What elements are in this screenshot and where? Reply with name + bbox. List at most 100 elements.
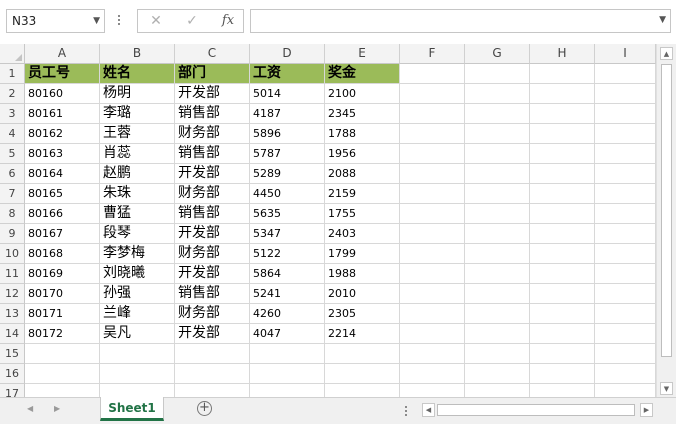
column-header-c[interactable]: C (175, 44, 250, 64)
cell-e9[interactable]: 2403 (325, 224, 400, 244)
cell-c14[interactable]: 开发部 (175, 324, 250, 344)
cell-f2[interactable] (400, 84, 465, 104)
cell-f12[interactable] (400, 284, 465, 304)
cell-d10[interactable]: 5122 (250, 244, 325, 264)
cell-f6[interactable] (400, 164, 465, 184)
cell-c4[interactable]: 财务部 (175, 124, 250, 144)
cell-h5[interactable] (530, 144, 595, 164)
cell-i5[interactable] (595, 144, 656, 164)
cell-c2[interactable]: 开发部 (175, 84, 250, 104)
cell-d15[interactable] (250, 344, 325, 364)
cell-a13[interactable]: 80171 (25, 304, 100, 324)
cell-h6[interactable] (530, 164, 595, 184)
scroll-down-icon[interactable]: ▼ (660, 382, 673, 395)
cell-i4[interactable] (595, 124, 656, 144)
horizontal-scroll-thumb[interactable] (437, 404, 635, 416)
cell-b14[interactable]: 吴凡 (100, 324, 175, 344)
expand-formula-bar-icon[interactable]: ▼ (659, 15, 666, 25)
cell-b8[interactable]: 曹猛 (100, 204, 175, 224)
cell-e7[interactable]: 2159 (325, 184, 400, 204)
row-header-15[interactable]: 15 (0, 344, 25, 364)
cell-g11[interactable] (465, 264, 530, 284)
cell-g10[interactable] (465, 244, 530, 264)
cell-b10[interactable]: 李梦梅 (100, 244, 175, 264)
cell-a5[interactable]: 80163 (25, 144, 100, 164)
row-header-12[interactable]: 12 (0, 284, 25, 304)
cell-h10[interactable] (530, 244, 595, 264)
cell-d8[interactable]: 5635 (250, 204, 325, 224)
cell-i9[interactable] (595, 224, 656, 244)
cell-g12[interactable] (465, 284, 530, 304)
column-header-e[interactable]: E (325, 44, 400, 64)
cell-d6[interactable]: 5289 (250, 164, 325, 184)
cell-b15[interactable] (100, 344, 175, 364)
cell-a14[interactable]: 80172 (25, 324, 100, 344)
cell-g14[interactable] (465, 324, 530, 344)
cell-c13[interactable]: 财务部 (175, 304, 250, 324)
row-header-3[interactable]: 3 (0, 104, 25, 124)
cell-b5[interactable]: 肖蕊 (100, 144, 175, 164)
cell-d3[interactable]: 4187 (250, 104, 325, 124)
cell-d11[interactable]: 5864 (250, 264, 325, 284)
insert-function-icon[interactable]: fx (218, 13, 238, 29)
cell-g3[interactable] (465, 104, 530, 124)
cell-h4[interactable] (530, 124, 595, 144)
vertical-scrollbar[interactable]: ▲ ▼ (656, 44, 676, 397)
scroll-up-icon[interactable]: ▲ (660, 47, 673, 60)
cell-a3[interactable]: 80161 (25, 104, 100, 124)
cell-e3[interactable]: 2345 (325, 104, 400, 124)
next-sheet-icon[interactable]: ▶ (54, 404, 60, 413)
cell-b12[interactable]: 孙强 (100, 284, 175, 304)
cell-e11[interactable]: 1988 (325, 264, 400, 284)
cell-i7[interactable] (595, 184, 656, 204)
horizontal-scrollbar[interactable]: ◀ ▶ (421, 402, 656, 418)
cell-d5[interactable]: 5787 (250, 144, 325, 164)
cell-f7[interactable] (400, 184, 465, 204)
cell-h13[interactable] (530, 304, 595, 324)
cell-f8[interactable] (400, 204, 465, 224)
cell-a11[interactable]: 80169 (25, 264, 100, 284)
cell-a6[interactable]: 80164 (25, 164, 100, 184)
cancel-icon[interactable]: ✕ (146, 13, 166, 29)
cell-b7[interactable]: 朱珠 (100, 184, 175, 204)
cell-c5[interactable]: 销售部 (175, 144, 250, 164)
cell-d12[interactable]: 5241 (250, 284, 325, 304)
cell-e12[interactable]: 2010 (325, 284, 400, 304)
cell-b4[interactable]: 王蓉 (100, 124, 175, 144)
cell-c1[interactable]: 部门 (175, 64, 250, 84)
cell-i6[interactable] (595, 164, 656, 184)
cell-f1[interactable] (400, 64, 465, 84)
cell-f9[interactable] (400, 224, 465, 244)
row-header-1[interactable]: 1 (0, 64, 25, 84)
cell-d13[interactable]: 4260 (250, 304, 325, 324)
cell-e14[interactable]: 2214 (325, 324, 400, 344)
cell-i16[interactable] (595, 364, 656, 384)
cell-g5[interactable] (465, 144, 530, 164)
cell-g7[interactable] (465, 184, 530, 204)
cell-b11[interactable]: 刘晓曦 (100, 264, 175, 284)
cell-f11[interactable] (400, 264, 465, 284)
sheet-tab-sheet1[interactable]: Sheet1 (100, 397, 164, 421)
row-header-6[interactable]: 6 (0, 164, 25, 184)
cell-f13[interactable] (400, 304, 465, 324)
enter-icon[interactable]: ✓ (182, 13, 202, 29)
cell-e6[interactable]: 2088 (325, 164, 400, 184)
column-header-a[interactable]: A (25, 44, 100, 64)
cell-f4[interactable] (400, 124, 465, 144)
row-header-13[interactable]: 13 (0, 304, 25, 324)
cell-c10[interactable]: 财务部 (175, 244, 250, 264)
row-header-14[interactable]: 14 (0, 324, 25, 344)
cell-g2[interactable] (465, 84, 530, 104)
cell-f14[interactable] (400, 324, 465, 344)
add-sheet-icon[interactable]: + (197, 401, 212, 416)
cell-b16[interactable] (100, 364, 175, 384)
cell-i8[interactable] (595, 204, 656, 224)
scroll-right-icon[interactable]: ▶ (640, 403, 653, 417)
cell-e5[interactable]: 1956 (325, 144, 400, 164)
cell-d2[interactable]: 5014 (250, 84, 325, 104)
cell-a8[interactable]: 80166 (25, 204, 100, 224)
cell-i2[interactable] (595, 84, 656, 104)
cell-e10[interactable]: 1799 (325, 244, 400, 264)
cell-d9[interactable]: 5347 (250, 224, 325, 244)
cell-i3[interactable] (595, 104, 656, 124)
